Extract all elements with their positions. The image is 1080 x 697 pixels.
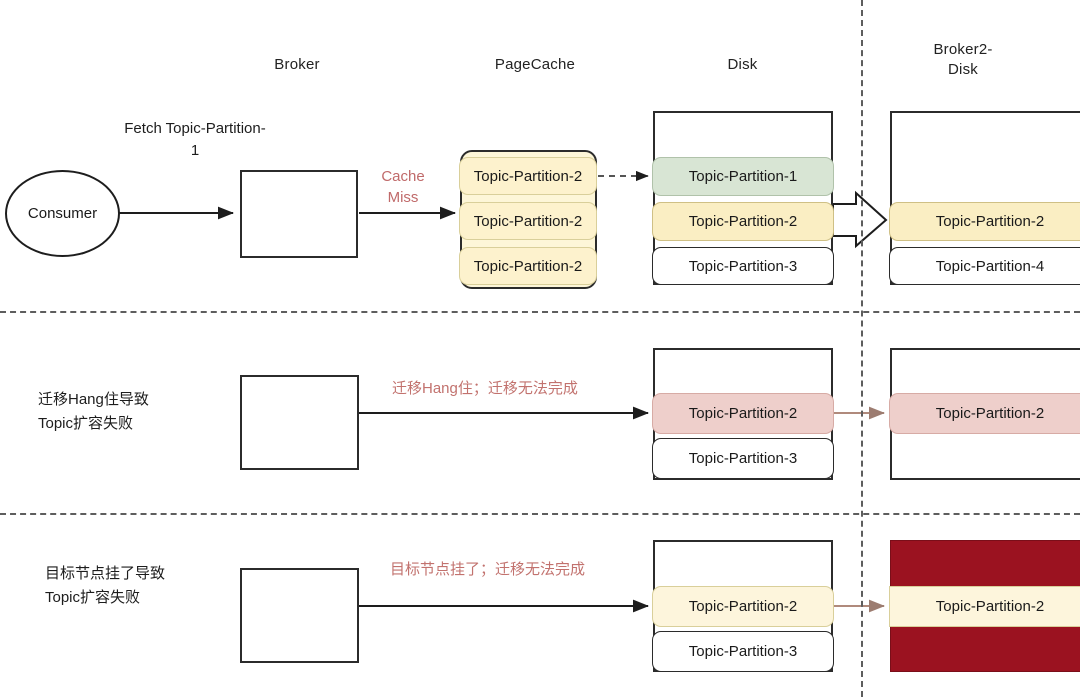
header-broker: Broker [274,56,320,73]
diagram-canvas: Broker PageCache Disk Broker2- Disk Fetc… [0,0,1080,697]
disk-entry-row3-2[interactable]: Topic-Partition-3 [652,631,834,672]
row2-description-label: 迁移Hang住导致 Topic扩容失败 [38,391,149,432]
broker2-entry-row3-1[interactable]: Topic-Partition-2 [889,586,1080,627]
pagecache-entry-2[interactable]: Topic-Partition-2 [459,202,597,240]
row3-description-label: 目标节点挂了导致 Topic扩容失败 [45,565,166,606]
disk-entry-row1-2[interactable]: Topic-Partition-2 [652,202,834,241]
consumer-label: Consumer [27,205,98,222]
disk-entry-row3-1[interactable]: Topic-Partition-2 [652,586,834,627]
broker2-entry-row2-1[interactable]: Topic-Partition-2 [889,393,1080,434]
fetch-request-label: Fetch Topic-Partition- 1 [124,120,266,159]
row-separator-2 [0,513,1080,515]
row3-arrow-label: 目标节点挂了；迁移无法完成 [390,561,586,578]
header-disk: Disk [727,56,758,73]
broker-boundary-separator [861,0,863,697]
broker2-entry-row1-2[interactable]: Topic-Partition-4 [889,247,1080,285]
disk-entry-row2-2[interactable]: Topic-Partition-3 [652,438,834,479]
row2-arrow-label: 迁移Hang住；迁移无法完成 [392,380,578,397]
header-pagecache: PageCache [494,56,576,73]
broker-box-row1[interactable] [240,170,358,258]
consumer-node[interactable]: Consumer [5,170,120,257]
pagecache-entry-1[interactable]: Topic-Partition-2 [459,157,597,195]
broker-box-row3[interactable] [240,568,359,663]
disk-entry-row1-3[interactable]: Topic-Partition-3 [652,247,834,285]
row-separator-1 [0,311,1080,313]
disk-entry-row2-1[interactable]: Topic-Partition-2 [652,393,834,434]
broker-box-row2[interactable] [240,375,359,470]
broker2-entry-row1-1[interactable]: Topic-Partition-2 [889,202,1080,241]
cache-miss-label: Cache Miss [381,168,425,206]
disk-entry-row1-1[interactable]: Topic-Partition-1 [652,157,834,196]
header-broker2-disk: Broker2- Disk [933,41,993,78]
pagecache-entry-3[interactable]: Topic-Partition-2 [459,247,597,285]
